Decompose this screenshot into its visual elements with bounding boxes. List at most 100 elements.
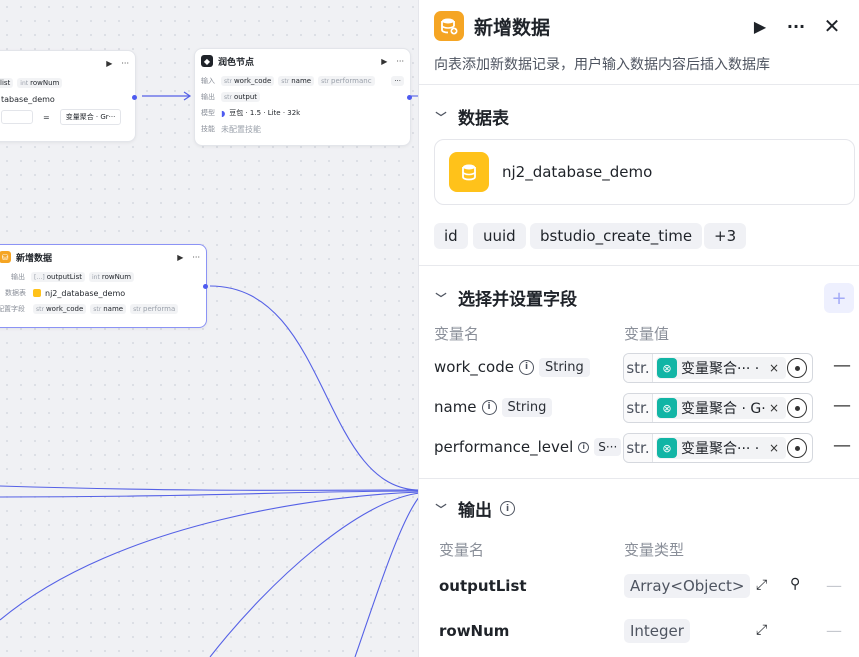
fields-label: 配置字段	[0, 305, 25, 313]
database-icon	[449, 152, 489, 192]
run-icon[interactable]: ▶	[381, 57, 387, 66]
condition-value[interactable]: 变量聚合 · Gr···	[59, 109, 122, 125]
llm-icon: ◆	[201, 55, 213, 67]
column-tag: id	[434, 223, 468, 249]
output-chip-list: list	[0, 78, 14, 88]
database-card[interactable]: nj2_database_demo	[434, 139, 855, 205]
remove-field-button[interactable]: —	[833, 355, 851, 376]
col-header-name: 变量名	[439, 541, 485, 559]
output-var-type[interactable]: Integer	[624, 619, 690, 643]
remove-output-button[interactable]: —	[826, 621, 842, 640]
node-polish[interactable]: ◆ 润色节点 ▶ ··· 输入 str work_code str name str…	[194, 48, 412, 146]
field-row: name i String	[434, 392, 553, 422]
output-label: 输出	[11, 273, 25, 281]
value-type-selector[interactable]: str.	[624, 394, 653, 422]
model-value: 豆包 · 1.5 · Lite · 32k	[229, 109, 301, 117]
clear-icon[interactable]: ×	[769, 361, 779, 375]
input-label: 输入	[201, 77, 215, 85]
reference-label: 变量聚合 · G·	[681, 401, 766, 417]
output-var-type[interactable]: Array<Object>	[624, 574, 751, 598]
chevron-down-icon[interactable]: ﹀	[434, 290, 448, 306]
value-type-selector[interactable]: str.	[624, 354, 653, 382]
more-icon[interactable]: ···	[396, 57, 404, 66]
section-fields-header[interactable]: ﹀ 选择并设置字段	[434, 285, 578, 310]
chevron-down-icon[interactable]: ﹀	[434, 109, 448, 125]
aggregate-icon: ⊗	[657, 358, 677, 378]
remove-output-button[interactable]: —	[826, 576, 842, 595]
edge-insert-to-output	[209, 285, 420, 491]
table-name: tabase_demo	[1, 94, 55, 104]
field-row: work_code i String	[434, 352, 590, 382]
add-child-icon[interactable]: ⚲	[790, 576, 800, 592]
col-header-type: 变量类型	[624, 541, 685, 559]
section-output-header[interactable]: ﹀ 输出 i	[434, 496, 515, 521]
field-value-input[interactable]: str. ⊗ 变量聚合··· · ×	[623, 433, 813, 463]
edge-c	[0, 491, 420, 621]
field-name: work_code	[434, 358, 514, 376]
variable-reference[interactable]: ⊗ 变量聚合··· · ×	[656, 437, 786, 459]
field-chip: str name	[90, 304, 127, 314]
node-settings-panel: 新增数据 ▶ ··· ✕ 向表添加新数据记录，用户输入数据内容后插入数据库 ﹀ …	[418, 0, 859, 657]
remove-field-button[interactable]: —	[833, 395, 851, 416]
variable-reference[interactable]: ⊗ 变量聚合 · G· ×	[656, 397, 786, 419]
clear-icon[interactable]: ×	[769, 441, 779, 455]
aggregate-icon: ⊗	[657, 398, 677, 418]
condition-field[interactable]	[1, 110, 33, 124]
run-icon[interactable]: ▶	[177, 253, 183, 262]
output-chip-rownum: int rowNum	[17, 78, 63, 88]
field-row: performance_level i S···	[434, 432, 622, 462]
field-value-input[interactable]: str. ⊗ 变量聚合··· · ×	[623, 353, 813, 383]
divider	[419, 478, 859, 479]
output-port[interactable]	[203, 284, 208, 289]
info-icon[interactable]: i	[481, 399, 497, 415]
input-chip: str performanc	[318, 76, 375, 86]
expand-icon[interactable]: ⤢	[756, 622, 767, 638]
remove-field-button[interactable]: —	[833, 435, 851, 456]
section-title: 数据表	[458, 109, 509, 129]
variable-reference[interactable]: ⊗ 变量聚合··· · ×	[656, 357, 786, 379]
field-chip: str performa	[130, 304, 179, 314]
more-inputs-chip[interactable]: ···	[391, 76, 404, 86]
field-value-input[interactable]: str. ⊗ 变量聚合 · G· ×	[623, 393, 813, 423]
add-field-button[interactable]: +	[824, 283, 854, 313]
node-top-left[interactable]: ▶ ··· list int rowNum tabase_demo = 变量聚合 …	[0, 50, 137, 142]
table-label: 数据表	[5, 289, 26, 297]
run-icon[interactable]: ▶	[106, 59, 112, 68]
more-columns-tag[interactable]: +3	[704, 223, 747, 249]
info-icon[interactable]: i	[500, 501, 515, 516]
node-title: 新增数据	[16, 253, 53, 264]
output-var-name: rowNum	[439, 622, 510, 640]
chevron-down-icon[interactable]: ﹀	[434, 501, 448, 517]
clear-icon[interactable]: ×	[769, 401, 779, 415]
value-type-selector[interactable]: str.	[624, 434, 653, 462]
equals-op: =	[43, 112, 50, 122]
variable-picker-icon[interactable]	[787, 358, 807, 378]
panel-header: 新增数据 ▶ ··· ✕	[434, 10, 846, 42]
output-port[interactable]	[407, 95, 412, 100]
info-icon[interactable]: i	[518, 359, 534, 375]
info-icon[interactable]: i	[578, 441, 590, 453]
divider	[419, 84, 859, 85]
skill-label: 技能	[201, 125, 215, 133]
more-icon[interactable]: ···	[192, 253, 200, 262]
column-tag: bstudio_create_time	[530, 223, 703, 249]
section-title: 输出	[458, 501, 492, 521]
model-label: 模型	[201, 109, 215, 117]
more-icon[interactable]: ···	[782, 12, 810, 40]
variable-picker-icon[interactable]	[787, 398, 807, 418]
edge-a	[0, 485, 420, 491]
workflow-canvas[interactable]: ▶ ··· list int rowNum tabase_demo = 变量聚合 …	[0, 0, 420, 657]
panel-description: 向表添加新数据记录，用户输入数据内容后插入数据库	[434, 57, 770, 73]
run-icon[interactable]: ▶	[746, 12, 774, 40]
variable-picker-icon[interactable]	[787, 438, 807, 458]
output-port[interactable]	[132, 95, 137, 100]
edge-d	[209, 492, 420, 657]
skill-value: 未配置技能	[221, 124, 261, 134]
node-insert-data[interactable]: ⛁ 新增数据 ▶ ··· 输出 […] outputList int rowNum …	[0, 244, 208, 328]
expand-icon[interactable]: ⤢	[756, 577, 767, 593]
panel-title: 新增数据	[474, 16, 551, 39]
more-icon[interactable]: ···	[121, 59, 129, 68]
output-chip: int rowNum	[89, 272, 135, 282]
section-table-header[interactable]: ﹀ 数据表	[434, 104, 510, 129]
close-icon[interactable]: ✕	[818, 12, 846, 40]
